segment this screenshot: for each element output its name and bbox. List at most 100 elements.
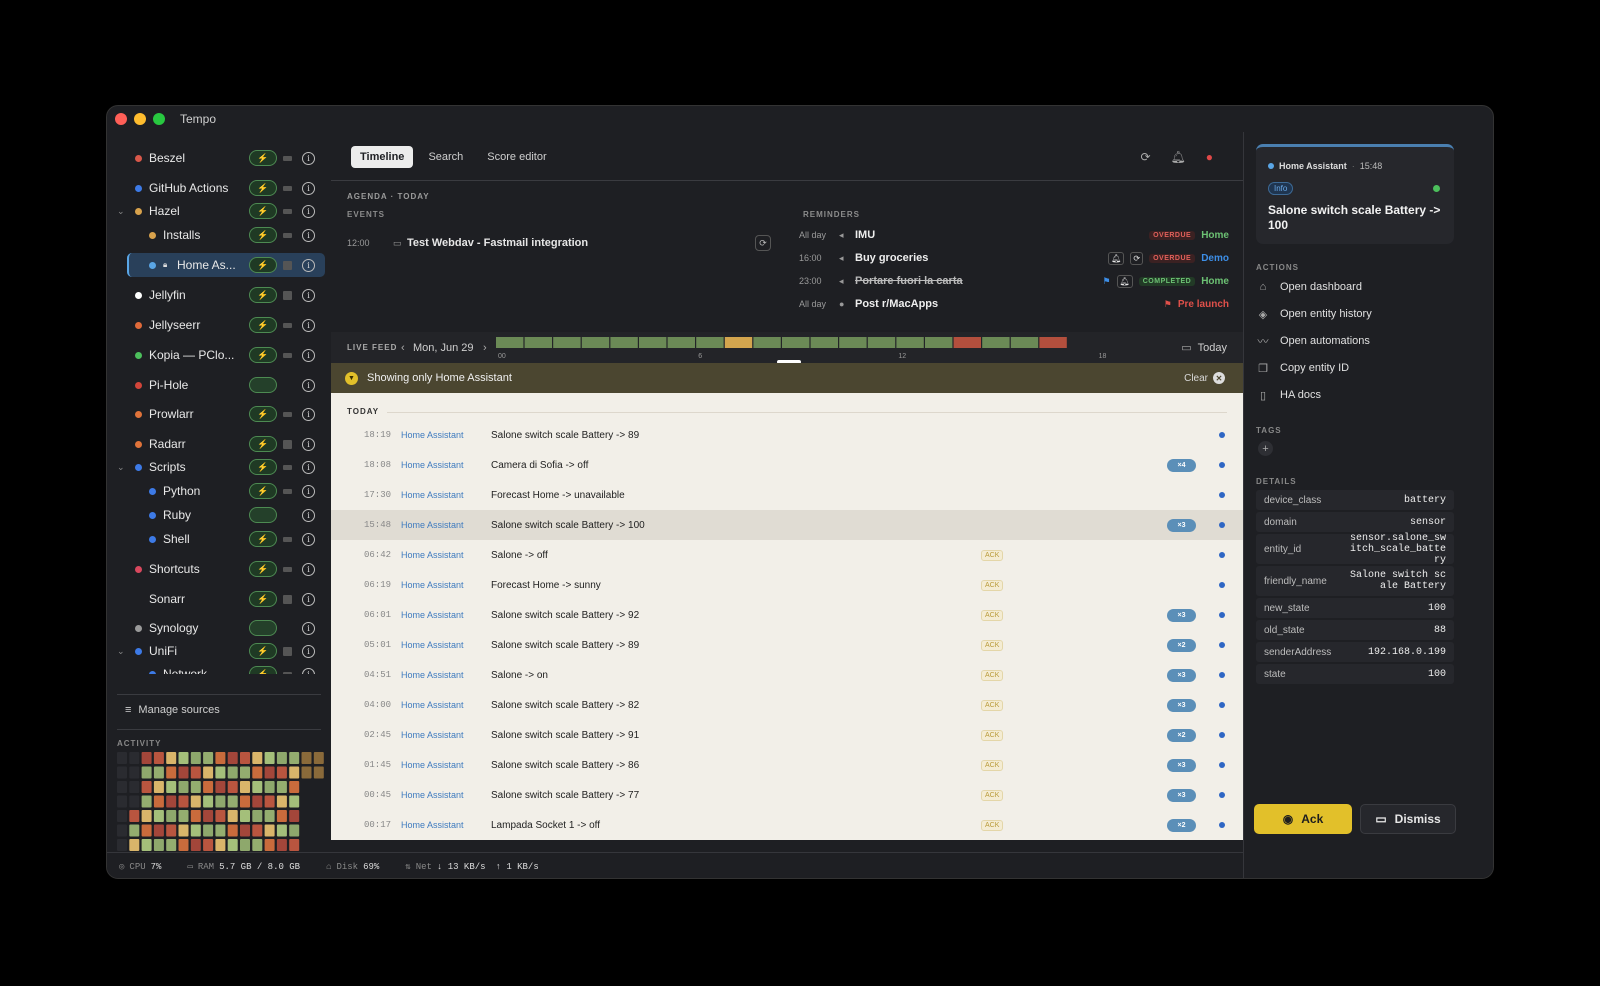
info-icon[interactable]: i xyxy=(302,288,315,302)
count-badge[interactable]: ×2 xyxy=(1167,638,1196,652)
count-badge[interactable]: ×3 xyxy=(1167,608,1196,622)
feed-row[interactable]: 18:19 Home Assistant Salone switch scale B… xyxy=(331,420,1243,450)
feed-source[interactable]: Home Assistant xyxy=(401,730,464,740)
count-badge[interactable]: ×3 xyxy=(1167,698,1196,712)
count-badge[interactable]: ×3 xyxy=(1167,668,1196,682)
feed-row[interactable]: 06:42 Home Assistant Salone -> off ACK xyxy=(331,540,1243,570)
toggle-switch[interactable]: ⚡ xyxy=(249,531,277,547)
toggle-switch[interactable]: ⚡ xyxy=(249,347,277,363)
hour-segment[interactable] xyxy=(753,337,781,348)
today-button[interactable]: ▭ Today xyxy=(1181,341,1227,354)
sidebar-item[interactable]: Python ⚡ i xyxy=(107,479,331,503)
hour-segment[interactable] xyxy=(810,337,838,348)
sidebar-item[interactable]: Synology i xyxy=(107,616,331,640)
sidebar-item[interactable]: Installs ⚡ i xyxy=(107,223,331,247)
action-item[interactable]: 〰 Open automations xyxy=(1256,330,1454,352)
hour-segment[interactable] xyxy=(496,337,524,348)
toggle-switch[interactable] xyxy=(249,377,277,393)
count-badge[interactable]: ×3 xyxy=(1167,518,1196,532)
info-icon[interactable]: i xyxy=(302,667,315,674)
action-item[interactable]: ◈ Open entity history xyxy=(1256,303,1454,325)
sidebar-item[interactable]: Pi-Hole i xyxy=(107,373,331,397)
toggle-switch[interactable]: ⚡ xyxy=(249,227,277,243)
info-icon[interactable]: i xyxy=(302,508,315,522)
info-icon[interactable]: i xyxy=(302,562,315,576)
sidebar-item[interactable]: Network ⚡ i xyxy=(107,662,331,674)
hour-segment[interactable] xyxy=(553,337,581,348)
action-item[interactable]: ⌂ Open dashboard xyxy=(1256,276,1454,298)
info-icon[interactable]: i xyxy=(302,644,315,658)
reminder-item[interactable]: All day ◂ IMU OVERDUE Home xyxy=(799,225,1229,245)
sidebar-item[interactable]: 🔒︎ Home As... ⚡ i xyxy=(107,253,331,277)
info-icon[interactable]: i xyxy=(302,621,315,635)
ack-button[interactable]: ◉ Ack xyxy=(1254,804,1352,834)
feed-row[interactable]: 05:01 Home Assistant Salone switch scale B… xyxy=(331,630,1243,660)
feed-row[interactable]: 06:19 Home Assistant Forecast Home -> sunn… xyxy=(331,570,1243,600)
hour-segment[interactable] xyxy=(610,337,638,348)
dismiss-button[interactable]: ▭ Dismiss xyxy=(1360,804,1456,834)
count-badge[interactable]: ×4 xyxy=(1167,458,1196,472)
toggle-switch[interactable]: ⚡ xyxy=(249,150,277,166)
info-icon[interactable]: i xyxy=(302,407,315,421)
sidebar-item[interactable]: ⌄ UniFi ⚡ i xyxy=(107,639,331,663)
manage-sources-button[interactable]: ≡ Manage sources xyxy=(125,704,220,716)
hour-segment[interactable] xyxy=(696,337,724,348)
feed-row[interactable]: 04:00 Home Assistant Salone switch scale B… xyxy=(331,690,1243,720)
chevron-down-icon[interactable]: ⌄ xyxy=(117,646,125,657)
refresh-icon[interactable]: ⟳ xyxy=(755,235,771,251)
info-icon[interactable]: i xyxy=(302,378,315,392)
info-icon[interactable]: i xyxy=(302,348,315,362)
bell-icon[interactable]: 🔔︎ xyxy=(1108,251,1125,265)
hour-segment[interactable] xyxy=(925,337,953,348)
bell-icon[interactable]: 🔔︎ xyxy=(1116,274,1133,288)
info-icon[interactable]: i xyxy=(302,484,315,498)
hourly-activity-bar[interactable]: 006121824 xyxy=(496,337,1176,359)
info-icon[interactable]: i xyxy=(302,437,315,451)
hour-segment[interactable] xyxy=(839,337,867,348)
feed-row[interactable]: 02:45 Home Assistant Salone switch scale B… xyxy=(331,720,1243,750)
minimize-window-button[interactable] xyxy=(134,113,146,125)
info-icon[interactable]: i xyxy=(302,592,315,606)
next-day-icon[interactable]: › xyxy=(483,342,487,354)
chevron-down-icon[interactable]: ⌄ xyxy=(117,462,125,473)
sidebar-item[interactable]: Jellyfin ⚡ i xyxy=(107,283,331,307)
info-icon[interactable]: i xyxy=(302,318,315,332)
toggle-switch[interactable]: ⚡ xyxy=(249,459,277,475)
feed-source[interactable]: Home Assistant xyxy=(401,550,464,560)
close-window-button[interactable] xyxy=(115,113,127,125)
feed-source[interactable]: Home Assistant xyxy=(401,790,464,800)
tab-score-editor[interactable]: Score editor xyxy=(478,146,555,168)
feed-row[interactable]: 01:45 Home Assistant Salone switch scale B… xyxy=(331,750,1243,780)
clear-filter-button[interactable]: Clear ✕ xyxy=(1184,372,1225,384)
zoom-window-button[interactable] xyxy=(153,113,165,125)
feed-source[interactable]: Home Assistant xyxy=(401,700,464,710)
hour-segment[interactable] xyxy=(782,337,810,348)
repeat-icon[interactable]: ⟳ xyxy=(1130,251,1144,265)
info-icon[interactable]: i xyxy=(302,181,315,195)
feed-source[interactable]: Home Assistant xyxy=(401,580,464,590)
hour-segment[interactable] xyxy=(953,337,981,348)
bell-icon[interactable]: 🔔︎ xyxy=(1171,150,1186,164)
reminder-item[interactable]: 23:00 ◂ Portare fuori la carta ⚑ 🔔︎ COMPLETED… xyxy=(799,271,1229,291)
sidebar-item[interactable]: Beszel ⚡ i xyxy=(107,146,331,170)
feed-source[interactable]: Home Assistant xyxy=(401,640,464,650)
feed-row[interactable]: 00:17 Home Assistant Lampada Socket 1 -> o… xyxy=(331,810,1243,840)
toggle-switch[interactable]: ⚡ xyxy=(249,180,277,196)
feed-row[interactable]: 00:45 Home Assistant Salone switch scale B… xyxy=(331,780,1243,810)
sidebar-item[interactable]: ⌄ Scripts ⚡ i xyxy=(107,455,331,479)
hour-segment[interactable] xyxy=(982,337,1010,348)
hour-segment[interactable] xyxy=(1039,337,1067,348)
hour-segment[interactable] xyxy=(867,337,896,348)
sync-icon[interactable]: ⟳ xyxy=(1140,150,1150,164)
feed-source[interactable]: Home Assistant xyxy=(401,820,464,830)
toggle-switch[interactable]: ⚡ xyxy=(249,483,277,499)
feed-source[interactable]: Home Assistant xyxy=(401,760,464,770)
hour-segment[interactable] xyxy=(667,337,695,348)
feed-source[interactable]: Home Assistant xyxy=(401,520,464,530)
sidebar-item[interactable]: ⌄ Hazel ⚡ i xyxy=(107,199,331,223)
reminder-item[interactable]: 16:00 ◂ Buy groceries 🔔︎ ⟳ OVERDUE Demo xyxy=(799,248,1229,268)
sidebar-item[interactable]: Radarr ⚡ i xyxy=(107,432,331,456)
action-item[interactable]: ❐ Copy entity ID xyxy=(1256,357,1454,379)
toggle-switch[interactable]: ⚡ xyxy=(249,436,277,452)
sidebar-item[interactable]: Kopia — PClo... ⚡ i xyxy=(107,343,331,367)
